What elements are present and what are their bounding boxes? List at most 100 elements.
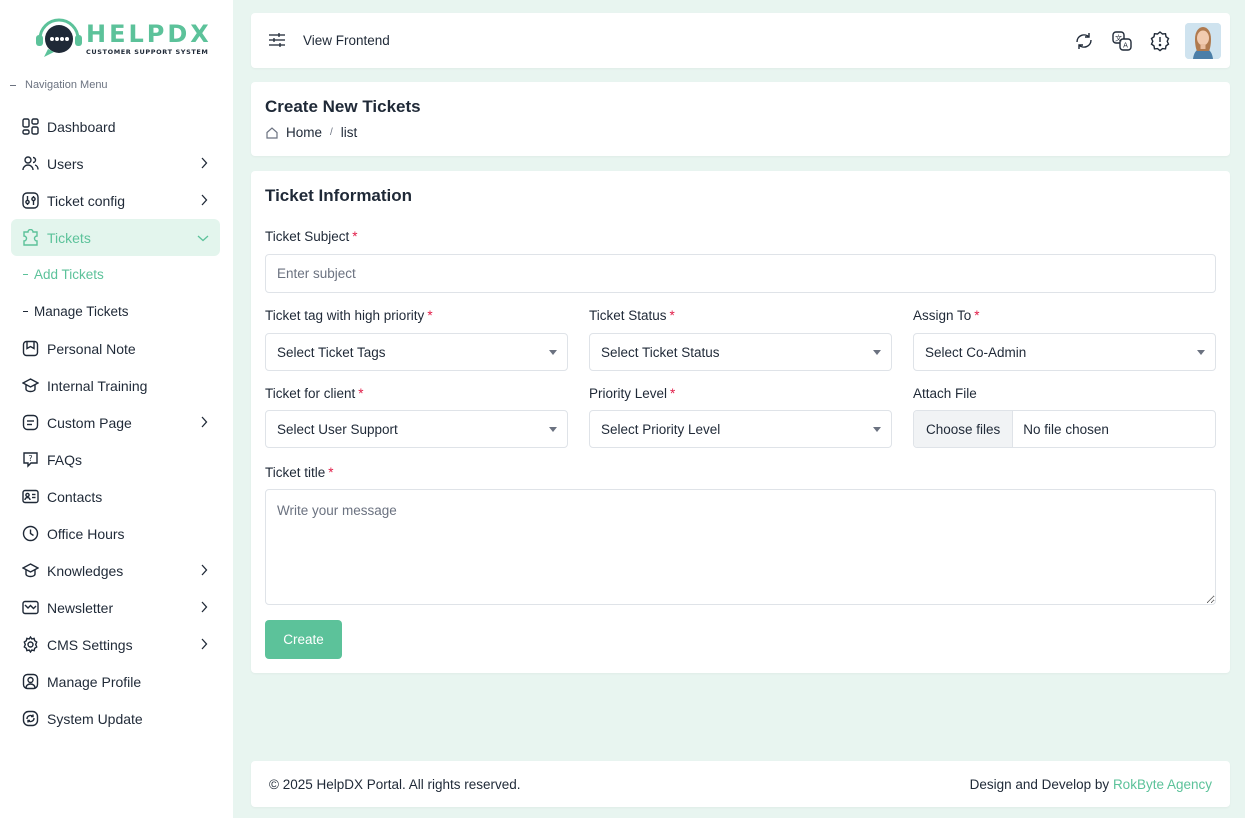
- sidebar-item-office-hours[interactable]: Office Hours: [11, 515, 220, 552]
- caret-down-icon: [549, 350, 557, 355]
- contacts-icon: [21, 488, 39, 506]
- status-label: Ticket Status *: [589, 308, 675, 323]
- svg-text:文: 文: [1115, 34, 1122, 43]
- tag-label: Ticket tag with high priority *: [265, 308, 433, 323]
- breadcrumb-home[interactable]: Home: [286, 125, 322, 140]
- footer: © 2025 HelpDX Portal. All rights reserve…: [251, 761, 1230, 807]
- sidebar-item-internal-training[interactable]: Internal Training: [11, 367, 220, 404]
- chevron-right-icon: [201, 564, 208, 576]
- newsletter-icon: [21, 599, 39, 617]
- sidebar-item-dashboard[interactable]: Dashboard: [11, 108, 220, 145]
- client-label: Ticket for client *: [265, 386, 364, 401]
- assign-label: Assign To *: [913, 308, 980, 323]
- gear-icon: [21, 636, 39, 654]
- title-label: Ticket title *: [265, 465, 334, 480]
- chevron-right-icon: [201, 194, 208, 206]
- refresh-icon[interactable]: [1073, 30, 1095, 52]
- file-input[interactable]: Choose files No file chosen: [913, 410, 1216, 448]
- chevron-right-icon: [201, 157, 208, 169]
- faq-icon: ?: [21, 451, 39, 469]
- sidebar-item-label: Users: [47, 155, 84, 172]
- sidebar-subitem-add-tickets[interactable]: Add Tickets: [11, 256, 220, 293]
- training-icon: [21, 377, 39, 395]
- alert-icon[interactable]: [1149, 30, 1171, 52]
- sidebar: HELPDX CUSTOMER SUPPORT SYSTEM Navigatio…: [0, 0, 233, 818]
- sidebar-item-label: Office Hours: [47, 525, 125, 542]
- priority-select[interactable]: Select Priority Level: [589, 410, 892, 448]
- top-bar: View Frontend 文A: [251, 13, 1230, 68]
- menu-toggle-icon[interactable]: [268, 32, 286, 51]
- client-select[interactable]: Select User Support: [265, 410, 568, 448]
- sidebar-item-system-update[interactable]: System Update: [11, 700, 220, 737]
- update-icon: [21, 710, 39, 728]
- sidebar-item-label: FAQs: [47, 451, 83, 468]
- chevron-down-icon: [197, 235, 209, 242]
- brand-logo[interactable]: HELPDX CUSTOMER SUPPORT SYSTEM: [34, 15, 212, 61]
- chevron-right-icon: [201, 638, 208, 650]
- tickets-icon: [21, 229, 39, 247]
- caret-down-icon: [873, 427, 881, 432]
- brand-tagline: CUSTOMER SUPPORT SYSTEM: [86, 47, 209, 56]
- sidebar-item-label: Contacts: [47, 488, 103, 505]
- sidebar-item-manage-profile[interactable]: Manage Profile: [11, 663, 220, 700]
- sidebar-item-cms-settings[interactable]: CMS Settings: [11, 626, 220, 663]
- ticket-status-select[interactable]: Select Ticket Status: [589, 333, 892, 371]
- users-icon: [21, 155, 39, 173]
- create-button[interactable]: Create: [265, 620, 342, 659]
- credit-text: Design and Develop by RokByte Agency: [969, 777, 1212, 792]
- sidebar-item-label: Tickets: [47, 229, 91, 246]
- page-header: Create New Tickets Home / list: [251, 82, 1230, 156]
- agency-link[interactable]: RokByte Agency: [1113, 777, 1212, 792]
- sidebar-item-label: Personal Note: [47, 340, 136, 357]
- caret-down-icon: [549, 427, 557, 432]
- sidebar-item-label: System Update: [47, 710, 143, 727]
- sidebar-item-ticket-config[interactable]: Ticket config: [11, 182, 220, 219]
- caret-down-icon: [873, 350, 881, 355]
- sidebar-item-newsletter[interactable]: Newsletter: [11, 589, 220, 626]
- brand-name: HELPDX: [86, 19, 212, 48]
- page-icon: [21, 414, 39, 432]
- sidebar-item-label: Internal Training: [47, 377, 148, 394]
- sidebar-subitem-manage-tickets[interactable]: Manage Tickets: [11, 293, 220, 330]
- avatar[interactable]: [1185, 23, 1221, 59]
- ticket-form: Ticket Information Ticket Subject* Ticke…: [251, 171, 1230, 673]
- sidebar-item-label: CMS Settings: [47, 636, 133, 653]
- choose-files-button[interactable]: Choose files: [914, 411, 1014, 447]
- breadcrumb-current: list: [340, 125, 358, 140]
- subject-input[interactable]: [265, 254, 1216, 293]
- file-label: Attach File: [913, 386, 977, 401]
- clock-icon: [21, 525, 39, 543]
- sidebar-item-label: Dashboard: [47, 118, 116, 135]
- sidebar-item-faqs[interactable]: ? FAQs: [11, 441, 220, 478]
- message-textarea[interactable]: [265, 489, 1216, 605]
- page-title: Create New Tickets: [265, 97, 421, 116]
- section-title: Ticket Information: [265, 186, 413, 205]
- knowledge-icon: [21, 562, 39, 580]
- svg-text:A: A: [1123, 42, 1128, 50]
- assign-to-select[interactable]: Select Co-Admin: [913, 333, 1216, 371]
- sidebar-item-users[interactable]: Users: [11, 145, 220, 182]
- sidebar-item-label: Custom Page: [47, 414, 132, 431]
- caret-down-icon: [1197, 350, 1205, 355]
- sidebar-item-knowledges[interactable]: Knowledges: [11, 552, 220, 589]
- language-icon[interactable]: 文A: [1111, 30, 1133, 52]
- headset-logo-icon: [34, 15, 84, 61]
- chevron-right-icon: [201, 601, 208, 613]
- sidebar-item-contacts[interactable]: Contacts: [11, 478, 220, 515]
- view-frontend-link[interactable]: View Frontend: [303, 33, 390, 48]
- nav-heading: Navigation Menu: [10, 79, 108, 91]
- note-icon: [21, 340, 39, 358]
- file-status: No file chosen: [1023, 421, 1109, 437]
- ticket-tags-select[interactable]: Select Ticket Tags: [265, 333, 568, 371]
- sidebar-item-tickets[interactable]: Tickets: [11, 219, 220, 256]
- sidebar-item-label: Ticket config: [47, 192, 126, 209]
- sidebar-item-personal-note[interactable]: Personal Note: [11, 330, 220, 367]
- profile-icon: [21, 673, 39, 691]
- chevron-right-icon: [201, 416, 208, 428]
- nav-menu: Dashboard Users Ticket config Tickets Ad…: [11, 108, 220, 737]
- breadcrumb-separator: /: [330, 127, 333, 138]
- svg-text:?: ?: [28, 454, 32, 463]
- sidebar-item-label: Manage Profile: [47, 673, 142, 690]
- home-icon: [265, 126, 279, 140]
- sidebar-item-custom-page[interactable]: Custom Page: [11, 404, 220, 441]
